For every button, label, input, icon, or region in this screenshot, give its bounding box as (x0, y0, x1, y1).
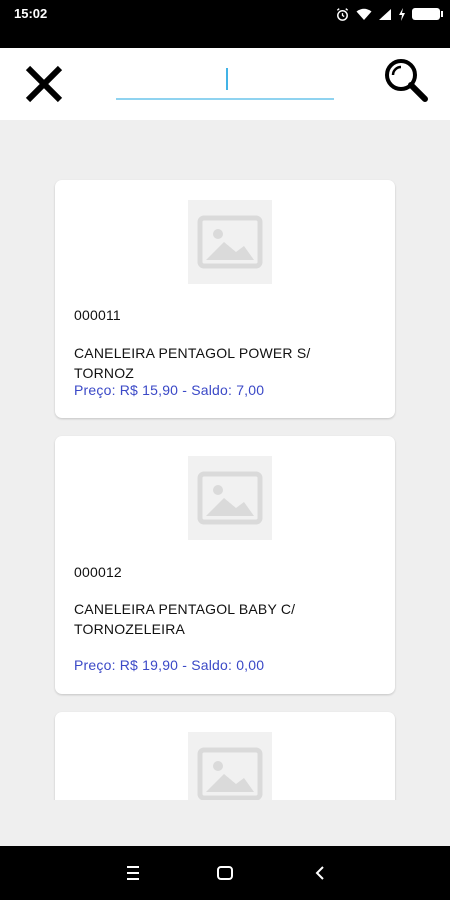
home-icon (217, 866, 233, 880)
navigation-bar (0, 846, 450, 900)
product-code: 000012 (74, 564, 122, 580)
close-button[interactable] (22, 64, 66, 104)
text-cursor (226, 68, 228, 90)
close-icon (25, 65, 63, 103)
product-price: Preço: R$ 15,90 - Saldo: 7,00 (74, 382, 265, 398)
image-placeholder-icon (197, 471, 263, 525)
search-icon (385, 59, 428, 102)
product-name: CANELEIRA PENTAGOL BABY C/ TORNOZELEIRA (74, 601, 296, 637)
image-placeholder-icon (197, 747, 263, 800)
search-input[interactable] (116, 64, 334, 100)
product-code: 000011 (74, 307, 121, 323)
charging-icon (399, 7, 405, 21)
product-image-placeholder (188, 732, 272, 800)
signal-icon (379, 8, 391, 20)
product-list[interactable]: 000011 CANELEIRA PENTAGOL POWER S/ TORNO… (0, 120, 450, 800)
status-time: 15:02 (14, 6, 48, 21)
product-price: Preço: R$ 19,90 - Saldo: 0,00 (74, 657, 265, 673)
list-item[interactable] (55, 712, 395, 800)
status-icons (335, 4, 443, 24)
product-name: CANELEIRA PENTAGOL POWER S/ TORNOZ (74, 345, 311, 381)
product-image-placeholder (188, 456, 272, 540)
wifi-icon (356, 8, 372, 20)
image-placeholder-icon (197, 215, 263, 269)
product-image-placeholder (188, 200, 272, 284)
back-icon (315, 866, 324, 880)
back-button[interactable] (305, 858, 335, 888)
menu-button[interactable] (118, 858, 148, 888)
status-bar: 15:02 (0, 0, 450, 48)
battery-icon (412, 8, 443, 20)
alarm-icon (336, 7, 349, 21)
list-item[interactable]: 000011 CANELEIRA PENTAGOL POWER S/ TORNO… (55, 180, 395, 418)
menu-icon (127, 866, 139, 880)
home-button[interactable] (210, 858, 240, 888)
search-button[interactable] (380, 56, 432, 104)
list-item[interactable]: 000012 CANELEIRA PENTAGOL BABY C/ TORNOZ… (55, 436, 395, 694)
